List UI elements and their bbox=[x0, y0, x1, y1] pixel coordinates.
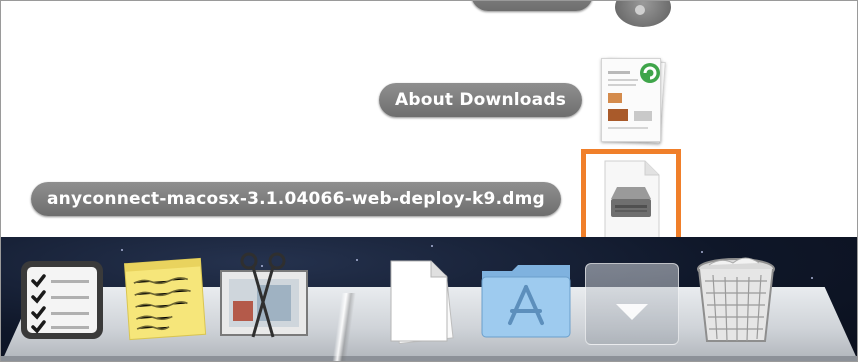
stack-item-label-about-downloads: About Downloads bbox=[379, 83, 583, 117]
about-downloads-document-icon[interactable] bbox=[597, 56, 669, 146]
downloads-stack-icon[interactable] bbox=[585, 263, 679, 345]
reminders-icon[interactable] bbox=[19, 259, 105, 341]
trash-icon[interactable] bbox=[691, 251, 781, 347]
stickies-icon[interactable] bbox=[119, 255, 211, 341]
stack-item-label-dmg: anyconnect-macosx-3.1.04066-web-deploy-k… bbox=[31, 182, 561, 216]
applications-folder-icon[interactable] bbox=[476, 257, 576, 341]
stack-item-top-label bbox=[471, 1, 593, 11]
stack-item-top-icon[interactable] bbox=[615, 1, 671, 27]
documents-folder-icon[interactable] bbox=[381, 255, 461, 345]
screenshot-frame: About Downloads anyconnect-macosx-3.1.04… bbox=[0, 0, 858, 362]
dock-shelf-edge bbox=[1, 356, 857, 361]
grab-icon[interactable] bbox=[215, 251, 313, 343]
